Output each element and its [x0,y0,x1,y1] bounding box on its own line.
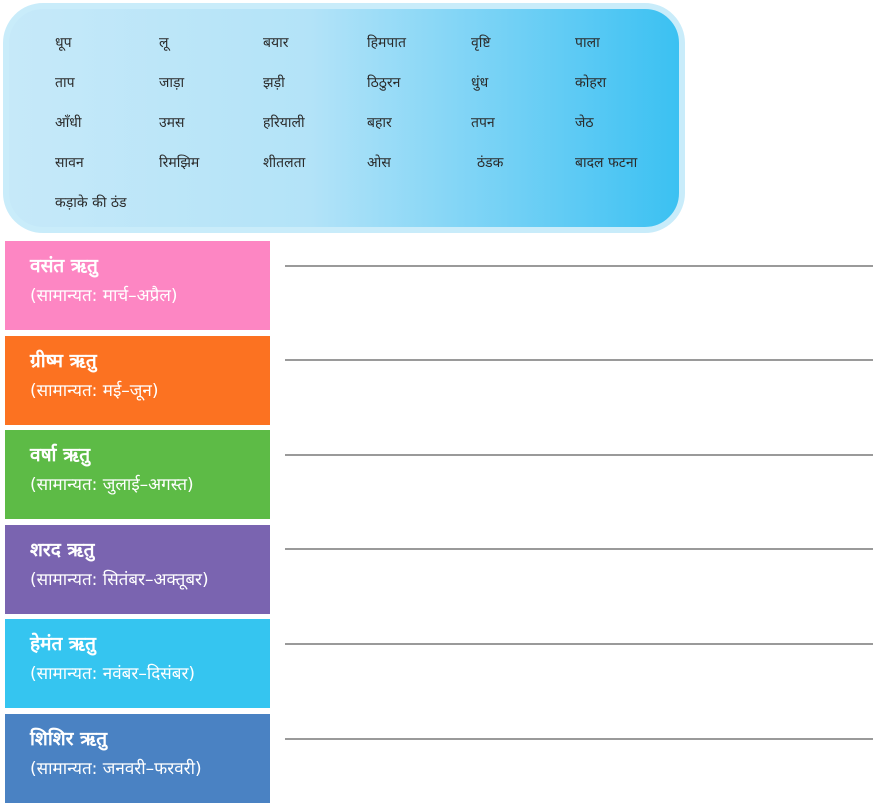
season-months: (सामान्यत: जुलाई–अगस्त) [30,475,194,495]
season-name: शिशिर ऋतु [30,728,108,750]
word-item: बादल फटना [575,155,638,171]
word-item: वृष्टि [471,35,491,51]
word-item: हरियाली [263,115,305,131]
season-card-sharad: शरद ऋतु (सामान्यत: सितंबर–अक्तूबर) [5,525,270,614]
answer-line-varsha[interactable] [285,454,873,456]
answer-line-vasant[interactable] [285,265,873,267]
word-item: लू [159,35,169,51]
season-months: (सामान्यत: जनवरी–फरवरी) [30,759,202,779]
word-item: धूप [55,35,72,51]
word-item: बयार [263,35,289,51]
word-bank-grid: धूप लू बयार हिमपात वृष्टि पाला ताप जाड़ा… [55,33,679,233]
word-bank-box: धूप लू बयार हिमपात वृष्टि पाला ताप जाड़ा… [3,3,685,233]
answer-line-sharad[interactable] [285,548,873,550]
word-item: पाला [575,35,600,51]
word-item: बहार [367,115,392,131]
word-item: धुंध [471,75,489,91]
word-item: कोहरा [575,75,607,91]
answer-line-shishir[interactable] [285,738,873,740]
season-card-grishm: ग्रीष्म ऋतु (सामान्यत: मई–जून) [5,336,270,425]
word-item: ताप [55,75,75,91]
season-card-vasant: वसंत ऋतु (सामान्यत: मार्च–अप्रैल) [5,241,270,330]
season-months: (सामान्यत: नवंबर–दिसंबर) [30,664,196,684]
word-item: झड़ी [263,75,285,91]
season-months: (सामान्यत: मई–जून) [30,381,159,401]
word-item: सावन [55,155,84,171]
word-item: ठंडक [477,155,504,171]
word-item: ठिठुरन [367,75,401,91]
word-item: रिमझिम [159,155,200,171]
word-item: जाड़ा [159,75,185,91]
answer-line-hemant[interactable] [285,643,873,645]
word-item: आँधी [55,115,82,131]
word-item: जेठ [575,115,594,131]
season-name: वर्षा ऋतु [30,444,91,466]
word-item: शीतलता [263,155,306,171]
word-item: उमस [159,115,185,131]
word-item: तपन [471,115,495,131]
season-card-varsha: वर्षा ऋतु (सामान्यत: जुलाई–अगस्त) [5,430,270,519]
word-item: हिमपात [367,35,406,51]
season-months: (सामान्यत: मार्च–अप्रैल) [30,286,178,306]
word-item: कड़ाके की ठंड [55,195,127,211]
season-card-hemant: हेमंत ऋतु (सामान्यत: नवंबर–दिसंबर) [5,619,270,708]
season-name: हेमंत ऋतु [30,633,96,655]
answer-line-grishm[interactable] [285,359,873,361]
season-card-shishir: शिशिर ऋतु (सामान्यत: जनवरी–फरवरी) [5,714,270,803]
season-name: शरद ऋतु [30,539,95,561]
season-name: ग्रीष्म ऋतु [30,350,97,372]
season-name: वसंत ऋतु [30,255,98,277]
word-item: ओस [367,155,391,171]
season-months: (सामान्यत: सितंबर–अक्तूबर) [30,570,209,590]
